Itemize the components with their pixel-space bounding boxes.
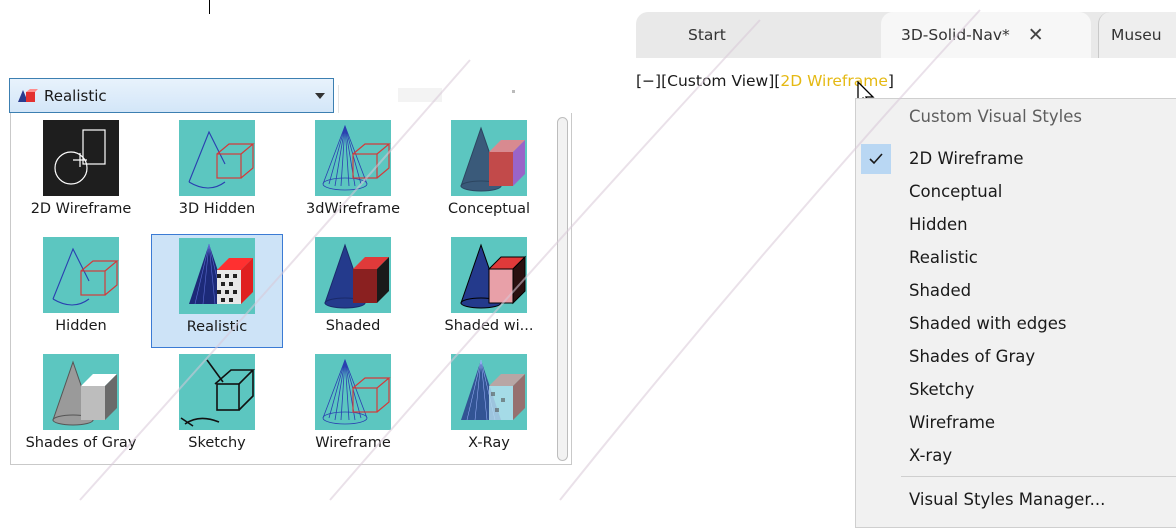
close-icon[interactable]: ✕ [1028,24,1044,46]
gallery-item-label: Shaded wi... [444,318,534,334]
shades-of-gray-icon [43,354,119,430]
menu-item[interactable]: Wireframe [856,406,1176,439]
gallery-item-label: 2D Wireframe [30,201,132,217]
gallery-item-label: Shades of Gray [25,435,137,451]
gallery-item-label: 3dWireframe [305,201,401,217]
gallery-item[interactable]: Conceptual [423,117,555,231]
tab-label: Start [688,26,726,44]
3d-hidden-icon [179,120,255,196]
tab-start[interactable]: Start [688,12,726,58]
menu-item-label: Hidden [909,215,968,234]
menu-item-label: Shaded [909,281,972,300]
gallery-item[interactable]: Shaded [287,234,419,348]
sketchy-icon [179,354,255,430]
text-caret [209,0,210,14]
tab-label: 3D-Solid-Nav* [901,26,1010,44]
divider [338,85,339,115]
gallery-item[interactable]: Hidden [15,234,147,348]
gallery-item[interactable]: Wireframe [287,351,419,465]
gallery-item-label: Conceptual [447,201,531,217]
viewport-style-bracket-close: ] [887,72,894,90]
realistic-icon [179,238,255,314]
shaded-icon [315,237,391,313]
gallery-item-label: Shaded [325,318,381,334]
gallery-item[interactable]: 3D Hidden [151,117,283,231]
menu-header: Custom Visual Styles [909,107,1083,126]
dot-mark [512,90,515,93]
viewport-minus-control[interactable]: [−] [636,72,661,90]
gallery-item-label: Wireframe [315,435,391,451]
gallery-item[interactable]: Shaded wi... [423,234,555,348]
menu-item[interactable]: 2D Wireframe [856,142,1176,175]
menu-item-visual-styles-manager[interactable]: Visual Styles Manager... [856,483,1176,516]
chevron-down-icon[interactable] [315,92,325,99]
gallery-item[interactable]: 2D Wireframe [15,117,147,231]
dropdown-selected-value: Realistic [44,86,107,105]
gallery-item-label: 3D Hidden [178,201,256,217]
gallery-item-label: X-Ray [468,435,510,451]
tab-3d-solid-nav[interactable]: 3D-Solid-Nav* ✕ [881,12,1091,58]
menu-item-label: Realistic [909,248,978,267]
menu-item[interactable]: Shades of Gray [856,340,1176,373]
gallery-item[interactable]: Sketchy [151,351,283,465]
menu-item[interactable]: X-ray [856,439,1176,472]
menu-item-label: Wireframe [909,413,996,432]
visual-styles-menu: Custom Visual Styles 2D Wireframe Concept… [855,98,1176,528]
x-ray-icon [451,354,527,430]
tab-label: Museu [1111,26,1162,44]
3d-wireframe-icon [315,120,391,196]
menu-item-label: Sketchy [909,380,975,399]
visual-style-dropdown[interactable]: Realistic [9,78,334,113]
gallery-item[interactable]: Realistic [151,234,283,348]
gallery-item-label: Sketchy [188,435,246,451]
gallery-item-label: Realistic [186,319,248,335]
menu-item-label: 2D Wireframe [909,149,1024,168]
menu-item[interactable]: Hidden [856,208,1176,241]
menu-item-label: X-ray [909,446,953,465]
menu-item[interactable]: Conceptual [856,175,1176,208]
tab-museum[interactable]: Museu [1098,12,1176,58]
gallery-item[interactable]: 3dWireframe [287,117,419,231]
menu-item[interactable]: Shaded [856,274,1176,307]
document-tab-bar: Start 3D-Solid-Nav* ✕ Museu [636,12,1176,58]
checkmark-icon [861,143,891,174]
menu-item-label: Visual Styles Manager... [909,490,1106,509]
gallery-scrollbar[interactable] [557,117,568,461]
shaded-with-edges-icon [451,237,527,313]
menu-item-label: Conceptual [909,182,1003,201]
menu-separator [901,476,1176,477]
hidden-icon [43,237,119,313]
realistic-style-icon [18,88,38,102]
menu-item[interactable]: Shaded with edges [856,307,1176,340]
wireframe-icon [315,354,391,430]
conceptual-icon [451,120,527,196]
menu-item-label: Shaded with edges [909,314,1067,333]
menu-item[interactable]: Sketchy [856,373,1176,406]
visual-style-gallery: 2D Wireframe 3D Hidden 3dWireframe Conceptu… [10,113,572,465]
viewport-controls: [−][Custom View][2D Wireframe] [636,72,894,90]
blurred-element [398,88,442,102]
2d-wireframe-icon [43,120,119,196]
viewport-view-control[interactable]: [Custom View] [661,72,774,90]
menu-item-label: Shades of Gray [909,347,1036,366]
gallery-item[interactable]: Shades of Gray [15,351,147,465]
menu-item[interactable]: Realistic [856,241,1176,274]
gallery-item-label: Hidden [55,318,107,334]
gallery-item[interactable]: X-Ray [423,351,555,465]
